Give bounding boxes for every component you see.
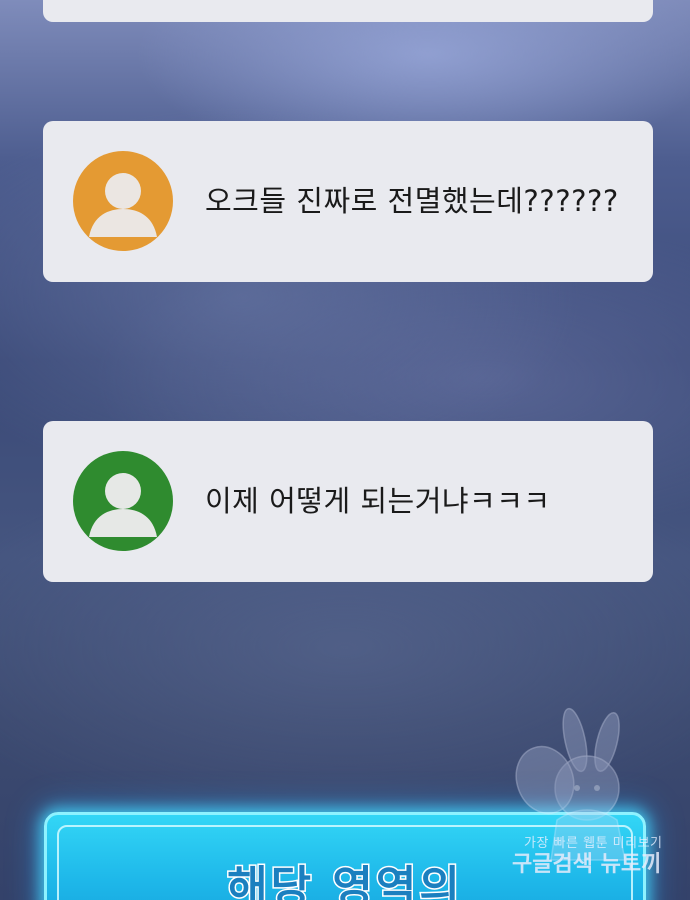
comment-text: 오크들 진짜로 전멸했는데?????? (205, 184, 619, 218)
comment-card-partial (43, 0, 653, 22)
comment-text: 이제 어떻게 되는거냐ㅋㅋㅋ (205, 484, 551, 518)
comment-card: 이제 어떻게 되는거냐ㅋㅋㅋ (43, 421, 653, 582)
user-avatar-icon (73, 151, 173, 251)
comment-card: 오크들 진짜로 전멸했는데?????? (43, 121, 653, 282)
watermark-brand: 구글검색 뉴토끼 (512, 852, 662, 877)
user-avatar-icon (73, 451, 173, 551)
